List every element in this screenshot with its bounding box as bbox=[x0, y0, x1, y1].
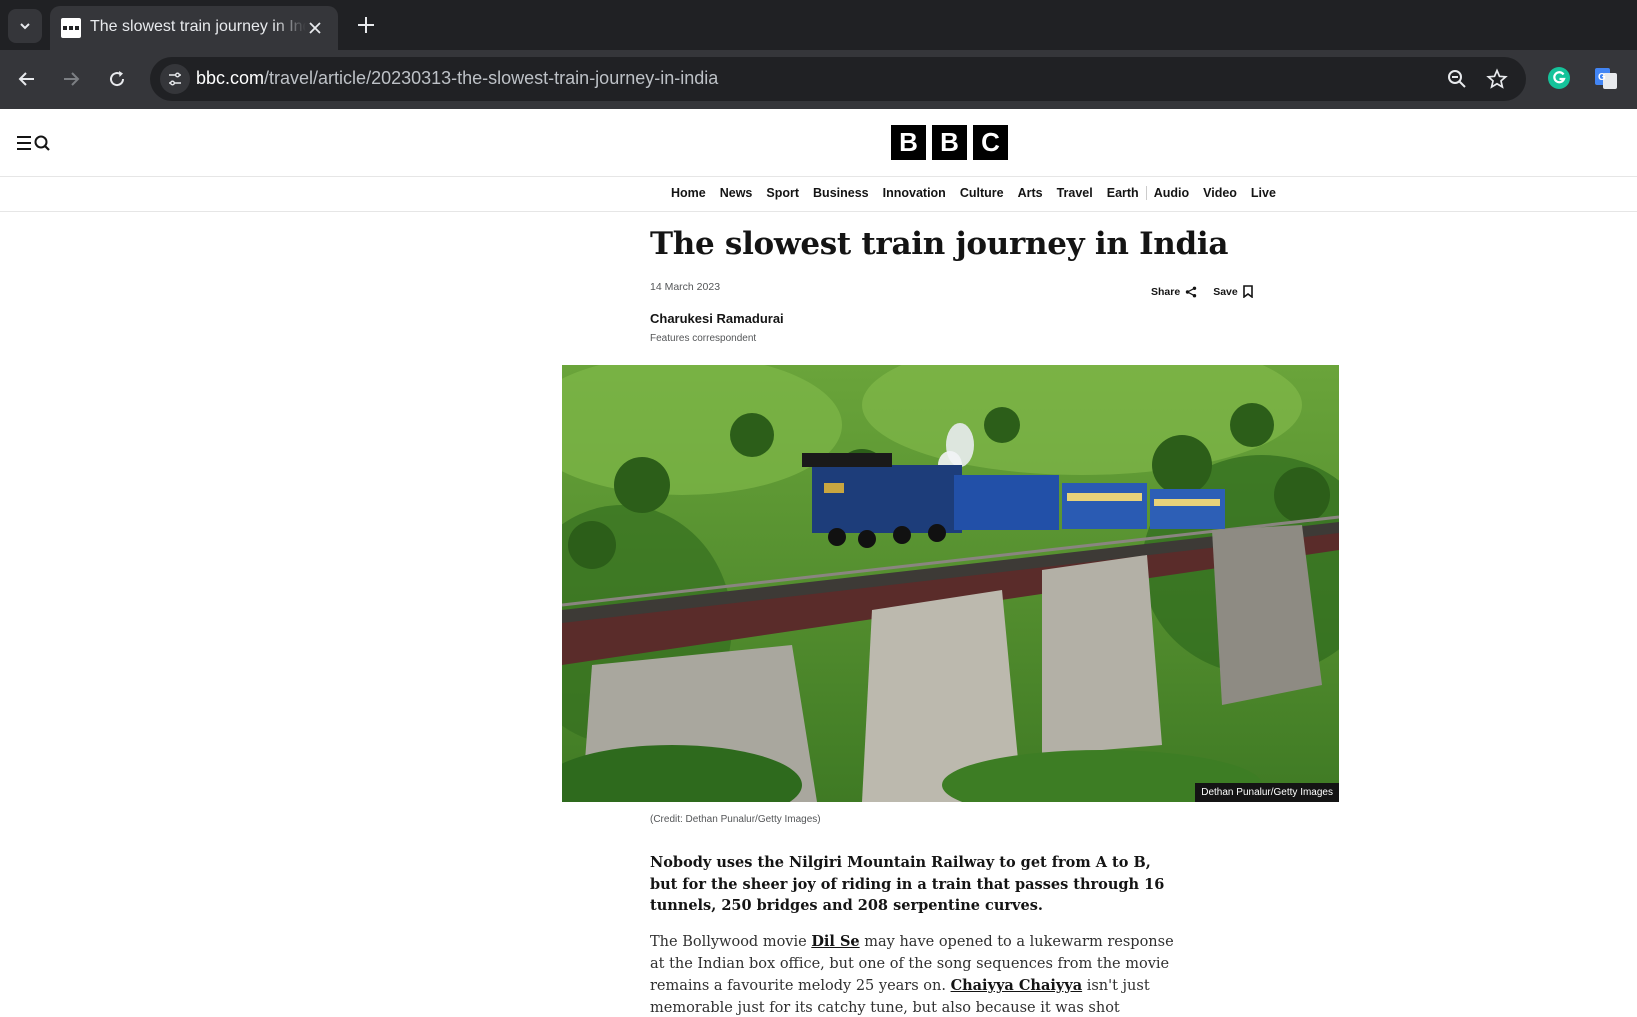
tune-icon bbox=[169, 72, 181, 86]
bbc-favicon-icon bbox=[61, 18, 81, 38]
zoom-icon[interactable] bbox=[1446, 68, 1468, 90]
nav-item-travel[interactable]: Travel bbox=[1050, 186, 1100, 200]
nav-item-home[interactable]: Home bbox=[664, 186, 713, 200]
link-dil-se[interactable]: Dil Se bbox=[811, 933, 859, 950]
nav-item-video[interactable]: Video bbox=[1196, 186, 1244, 200]
paragraph-text: The Bollywood movie bbox=[650, 934, 812, 950]
chevron-down-icon bbox=[20, 23, 30, 30]
close-icon[interactable] bbox=[306, 19, 324, 37]
nav-item-business[interactable]: Business bbox=[806, 186, 876, 200]
reload-icon bbox=[110, 71, 125, 87]
url-text[interactable]: bbc.com/travel/article/20230313-the-slow… bbox=[196, 68, 718, 89]
nav-item-culture[interactable]: Culture bbox=[953, 186, 1011, 200]
menu-search-icon[interactable] bbox=[16, 133, 50, 153]
save-label: Save bbox=[1213, 285, 1238, 298]
new-tab-plus-icon[interactable] bbox=[355, 14, 377, 36]
active-tab[interactable]: The slowest train journey in India bbox=[50, 6, 338, 50]
image-credit-badge: Dethan Punalur/Getty Images bbox=[1195, 783, 1339, 802]
author-name[interactable]: Charukesi Ramadurai bbox=[650, 311, 784, 326]
link-chaiyya-chaiyya[interactable]: Chaiyya Chaiyya bbox=[951, 977, 1083, 994]
save-button[interactable]: Save bbox=[1213, 285, 1253, 298]
nav-item-news[interactable]: News bbox=[713, 186, 760, 200]
reload-button[interactable] bbox=[103, 65, 131, 93]
article-lead: Nobody uses the Nilgiri Mountain Railway… bbox=[650, 854, 1165, 914]
bbc-header: B B C bbox=[0, 109, 1637, 177]
browser-tab-strip: The slowest train journey in India bbox=[0, 0, 1637, 50]
back-button[interactable] bbox=[13, 65, 41, 93]
forward-button[interactable] bbox=[57, 65, 85, 93]
tab-search-button[interactable] bbox=[8, 9, 42, 43]
bbc-logo-block: B bbox=[932, 125, 967, 160]
article-paragraph: The Bollywood movie Dil Se may have open… bbox=[650, 931, 1175, 1017]
bbc-logo[interactable]: B B C bbox=[891, 125, 1008, 160]
share-button[interactable]: Share bbox=[1151, 285, 1197, 298]
publish-date: 14 March 2023 bbox=[650, 281, 721, 293]
site-info-button[interactable] bbox=[160, 64, 190, 94]
tab-title: The slowest train journey in India bbox=[90, 18, 306, 35]
share-icon bbox=[1185, 286, 1197, 297]
bbc-logo-block: B bbox=[891, 125, 926, 160]
nav-item-earth[interactable]: Earth bbox=[1100, 186, 1146, 200]
main-navigation: Home News Sport Business Innovation Cult… bbox=[0, 177, 1637, 212]
bbc-logo-block: C bbox=[973, 125, 1008, 160]
arrow-left-icon bbox=[18, 72, 34, 86]
train-on-bridge-illustration bbox=[562, 365, 1339, 802]
nav-item-sport[interactable]: Sport bbox=[759, 186, 806, 200]
arrow-right-icon bbox=[64, 72, 80, 86]
hero-image: Dethan Punalur/Getty Images bbox=[562, 365, 1339, 802]
svg-text:G: G bbox=[1598, 72, 1606, 83]
image-caption: (Credit: Dethan Punalur/Getty Images) bbox=[650, 814, 821, 825]
nav-item-live[interactable]: Live bbox=[1244, 186, 1283, 200]
nav-item-arts[interactable]: Arts bbox=[1011, 186, 1050, 200]
star-icon[interactable] bbox=[1486, 68, 1508, 90]
article-title: The slowest train journey in India bbox=[650, 226, 1229, 262]
article-actions: Share Save bbox=[1151, 285, 1253, 298]
share-label: Share bbox=[1151, 285, 1181, 298]
nav-item-audio[interactable]: Audio bbox=[1145, 186, 1196, 200]
author-role: Features correspondent bbox=[650, 333, 757, 344]
address-bar[interactable]: bbc.com/travel/article/20230313-the-slow… bbox=[150, 57, 1526, 101]
bookmark-icon bbox=[1242, 285, 1253, 298]
nav-item-innovation[interactable]: Innovation bbox=[876, 186, 953, 200]
browser-toolbar: bbc.com/travel/article/20230313-the-slow… bbox=[0, 50, 1637, 109]
google-translate-icon[interactable]: G bbox=[1593, 65, 1619, 91]
grammarly-icon[interactable] bbox=[1546, 65, 1572, 91]
